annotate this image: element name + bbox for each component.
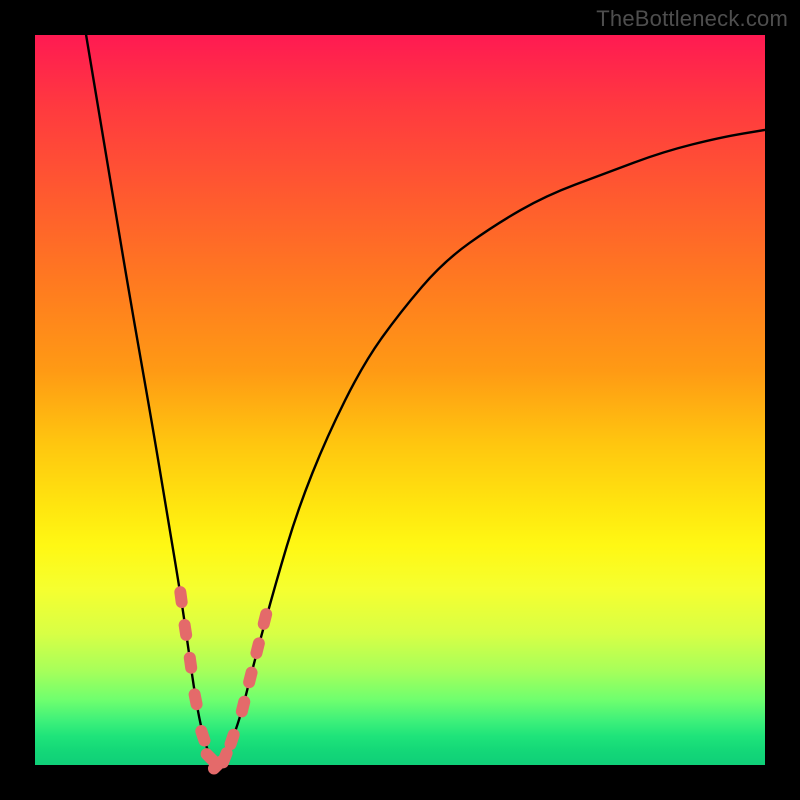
marker-dot — [194, 723, 212, 748]
marker-dot — [188, 687, 204, 711]
marker-group — [174, 585, 274, 777]
marker-dot — [183, 651, 198, 674]
marker-dot — [249, 636, 266, 660]
chart-svg — [35, 35, 765, 765]
marker-dot — [178, 618, 193, 642]
watermark-text: TheBottleneck.com — [596, 6, 788, 32]
marker-dot — [256, 607, 273, 631]
chart-frame: TheBottleneck.com — [0, 0, 800, 800]
marker-dot — [242, 665, 259, 689]
marker-dot — [174, 585, 189, 608]
marker-dot — [235, 694, 252, 718]
